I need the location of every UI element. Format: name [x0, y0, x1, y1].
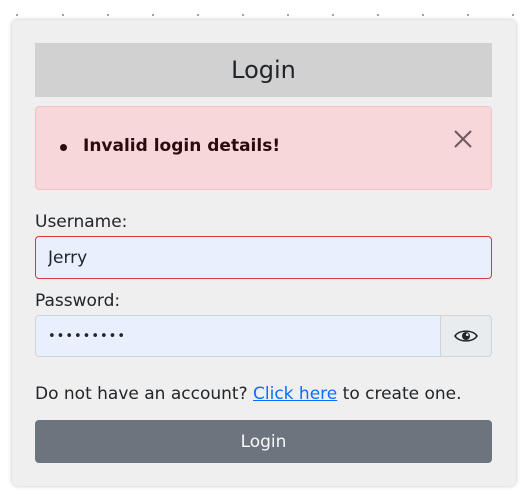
login-button[interactable]: Login — [35, 420, 492, 463]
signup-prompt: Do not have an account? Click here to cr… — [35, 384, 462, 404]
list-bullet-icon — [60, 144, 67, 151]
background-dot-row — [16, 14, 514, 16]
signup-link[interactable]: Click here — [253, 384, 337, 404]
login-header: Login — [35, 43, 492, 97]
login-card: Login Invalid login details! Username: P… — [12, 20, 516, 486]
show-password-button[interactable] — [440, 315, 492, 357]
error-message: Invalid login details! — [83, 136, 281, 156]
error-alert: Invalid login details! — [35, 106, 492, 190]
password-input[interactable] — [35, 315, 441, 357]
signup-suffix: to create one. — [342, 384, 462, 404]
eye-icon — [454, 330, 478, 342]
close-icon[interactable] — [453, 129, 473, 149]
password-label: Password: — [35, 291, 121, 311]
page-title: Login — [231, 56, 296, 84]
username-input[interactable] — [35, 236, 492, 279]
username-label: Username: — [35, 212, 128, 232]
signup-prefix: Do not have an account? — [35, 384, 248, 404]
